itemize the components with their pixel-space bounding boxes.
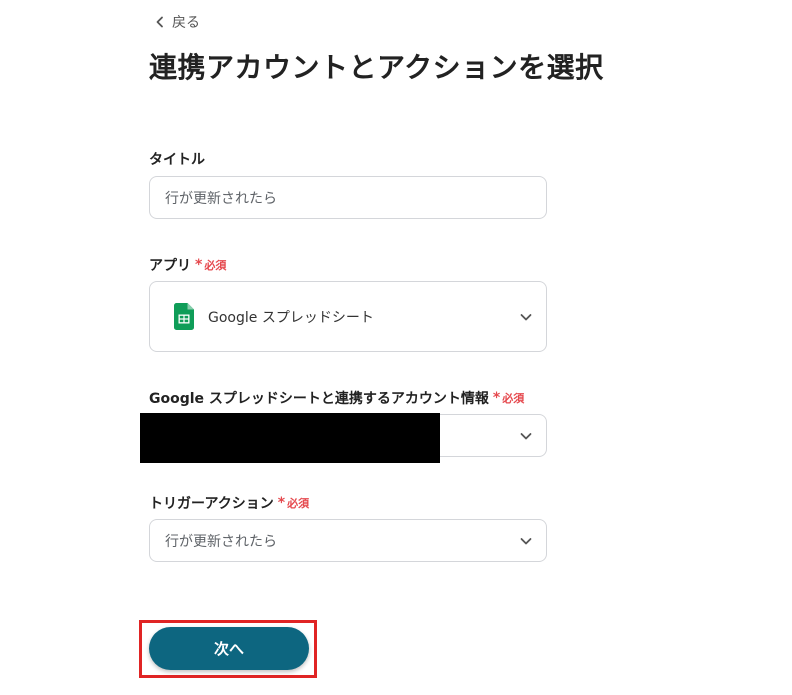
title-field-label: タイトル [149, 152, 205, 168]
title-input[interactable]: 行が更新されたら [149, 176, 547, 219]
app-select-value: Google スプレッドシート [208, 309, 374, 326]
app-field-label: アプリ * 必須 [149, 257, 227, 274]
redaction-block [140, 413, 440, 463]
asterisk-icon: * [195, 257, 203, 273]
chevron-down-icon [520, 313, 532, 320]
back-label: 戻る [172, 15, 200, 31]
required-badge: * 必須 [277, 495, 310, 511]
trigger-field-label: トリガーアクション * 必須 [149, 495, 310, 512]
asterisk-icon: * [492, 390, 501, 406]
trigger-select-value: 行が更新されたら [165, 533, 277, 550]
next-button[interactable]: 次へ [149, 627, 309, 670]
google-sheets-icon [174, 303, 194, 330]
asterisk-icon: * [277, 495, 286, 511]
chevron-down-icon [520, 432, 532, 439]
required-badge: * 必須 [492, 390, 525, 406]
required-badge: * 必須 [195, 257, 227, 273]
title-input-value: 行が更新されたら [165, 190, 277, 207]
app-select[interactable]: Google スプレッドシート [149, 281, 547, 352]
account-field-label: Google スプレッドシートと連携するアカウント情報 * 必須 [149, 390, 525, 407]
page-title: 連携アカウントとアクションを選択 [149, 51, 604, 84]
page: 戻る 連携アカウントとアクションを選択 タイトル 行が更新されたら アプリ * 必… [0, 0, 792, 695]
back-link[interactable]: 戻る [154, 12, 200, 32]
chevron-left-icon [156, 16, 163, 28]
chevron-down-icon [520, 537, 532, 544]
trigger-select[interactable]: 行が更新されたら [149, 519, 547, 562]
